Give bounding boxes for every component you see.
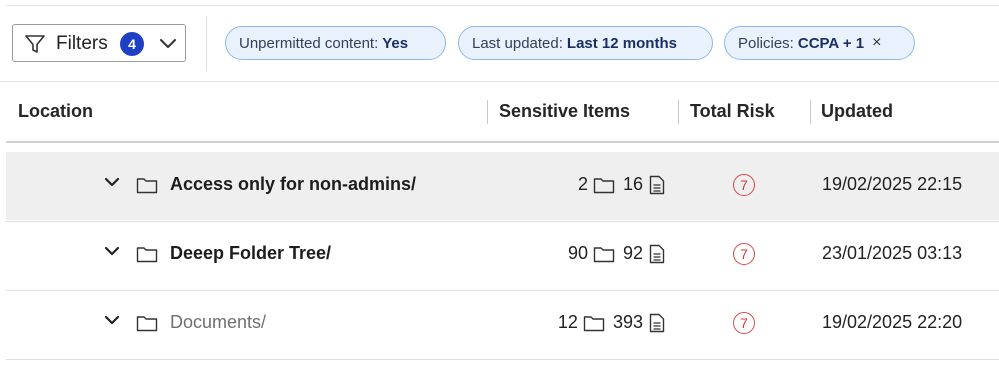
chevron-down-icon — [160, 39, 176, 48]
table-row[interactable]: Deeep Folder Tree/ 90 92 7 23/01/2025 03… — [6, 221, 999, 289]
file-icon — [649, 313, 665, 332]
file-count: 393 — [612, 312, 643, 332]
column-header-total-risk[interactable]: Total Risk — [690, 101, 775, 122]
table-row[interactable]: Access only for non-admins/ 2 16 7 19/02… — [6, 152, 999, 220]
chevron-down-icon[interactable] — [103, 244, 121, 258]
column-header-location[interactable]: Location — [18, 101, 93, 122]
folder-icon — [136, 247, 158, 263]
column-header-updated[interactable]: Updated — [821, 101, 893, 122]
folder-icon — [583, 315, 605, 331]
sensitive-items-cell: 2 16 — [578, 174, 665, 195]
folder-icon — [136, 178, 158, 194]
filter-bar-separator — [206, 16, 207, 71]
file-icon — [649, 244, 665, 263]
filter-chip-value: Yes — [382, 34, 409, 52]
column-separator — [678, 100, 679, 124]
table-row[interactable]: Documents/ 12 393 7 19/02/2025 22:20 — [6, 290, 999, 358]
filter-chip-key: Unpermitted content: — [239, 34, 379, 52]
file-locations-view: Filters 4 Unpermitted content: Yes Last … — [0, 0, 999, 366]
file-icon — [649, 175, 665, 194]
table-header: Location Sensitive Items Total Risk Upda… — [0, 82, 999, 141]
folder-count: 12 — [557, 312, 578, 332]
location-name[interactable]: Access only for non-admins/ — [170, 174, 416, 195]
folder-icon — [593, 177, 615, 193]
file-count: 92 — [622, 243, 643, 263]
folder-count: 2 — [577, 174, 588, 194]
filter-chip-value: Last 12 months — [566, 34, 677, 52]
row-divider — [6, 359, 999, 360]
updated-date: 19/02/2025 22:15 — [822, 174, 963, 194]
sensitive-items-cell: 12 393 — [558, 312, 665, 333]
sensitive-items-cell: 90 92 — [568, 243, 665, 264]
location-name[interactable]: Deeep Folder Tree/ — [170, 243, 331, 264]
file-count: 16 — [622, 174, 643, 194]
filter-chip-unpermitted-content[interactable]: Unpermitted content: Yes — [225, 26, 446, 60]
folder-icon — [136, 316, 158, 332]
folder-count: 90 — [567, 243, 588, 263]
filter-bar: Filters 4 Unpermitted content: Yes Last … — [0, 6, 999, 82]
folder-icon — [593, 246, 615, 262]
filter-chip-value: CCPA + 1 — [797, 34, 865, 52]
risk-badge: 7 — [733, 243, 755, 265]
risk-badge: 7 — [733, 174, 755, 196]
close-icon[interactable]: × — [872, 34, 881, 52]
table-header-divider — [6, 141, 999, 143]
chevron-down-icon[interactable] — [103, 313, 121, 327]
filters-label: Filters — [56, 33, 108, 54]
updated-date: 23/01/2025 03:13 — [822, 243, 963, 263]
risk-badge: 7 — [733, 312, 755, 334]
updated-date: 19/02/2025 22:20 — [822, 312, 963, 332]
filter-funnel-icon — [25, 35, 45, 53]
column-separator — [487, 100, 488, 124]
location-name[interactable]: Documents/ — [170, 312, 266, 333]
filter-chip-key: Policies: — [738, 34, 794, 52]
chevron-down-icon[interactable] — [103, 175, 121, 189]
filters-button[interactable]: Filters 4 — [12, 24, 186, 62]
filter-chip-policies[interactable]: Policies: CCPA + 1 × — [724, 26, 915, 60]
filter-chip-last-updated[interactable]: Last updated: Last 12 months — [458, 26, 713, 60]
column-header-sensitive-items[interactable]: Sensitive Items — [499, 101, 630, 122]
filter-chip-key: Last updated: — [472, 34, 563, 52]
filters-count-badge: 4 — [120, 32, 144, 56]
column-separator — [810, 100, 811, 124]
